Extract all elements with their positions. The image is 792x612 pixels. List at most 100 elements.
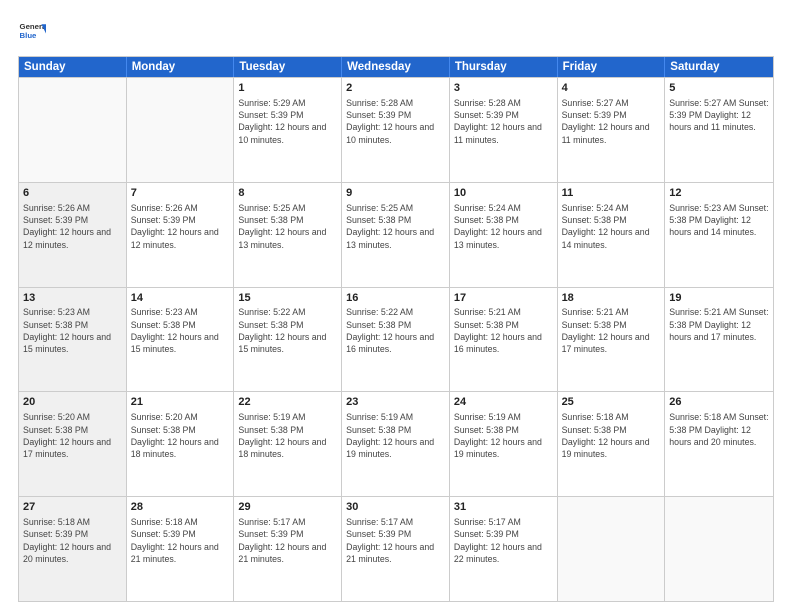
week-row-4: 20Sunrise: 5:20 AM Sunset: 5:38 PM Dayli…: [19, 391, 773, 496]
day-number: 29: [238, 500, 337, 515]
day-info: Sunrise: 5:23 AM Sunset: 5:38 PM Dayligh…: [23, 306, 122, 355]
day-info: Sunrise: 5:29 AM Sunset: 5:39 PM Dayligh…: [238, 97, 337, 146]
col-header-tuesday: Tuesday: [234, 57, 342, 77]
day-number: 14: [131, 291, 230, 306]
day-number: 16: [346, 291, 445, 306]
cal-day-14: 14Sunrise: 5:23 AM Sunset: 5:38 PM Dayli…: [127, 288, 235, 392]
day-info: Sunrise: 5:18 AM Sunset: 5:39 PM Dayligh…: [23, 516, 122, 565]
week-row-1: 1Sunrise: 5:29 AM Sunset: 5:39 PM Daylig…: [19, 77, 773, 182]
cal-day-30: 30Sunrise: 5:17 AM Sunset: 5:39 PM Dayli…: [342, 497, 450, 601]
day-info: Sunrise: 5:22 AM Sunset: 5:38 PM Dayligh…: [238, 306, 337, 355]
logo: General Blue: [18, 18, 50, 46]
day-info: Sunrise: 5:19 AM Sunset: 5:38 PM Dayligh…: [454, 411, 553, 460]
day-number: 23: [346, 395, 445, 410]
cal-day-24: 24Sunrise: 5:19 AM Sunset: 5:38 PM Dayli…: [450, 392, 558, 496]
cal-day-11: 11Sunrise: 5:24 AM Sunset: 5:38 PM Dayli…: [558, 183, 666, 287]
cal-day-6: 6Sunrise: 5:26 AM Sunset: 5:39 PM Daylig…: [19, 183, 127, 287]
svg-text:General: General: [20, 22, 46, 31]
cal-day-empty-45: [558, 497, 666, 601]
day-info: Sunrise: 5:26 AM Sunset: 5:39 PM Dayligh…: [131, 202, 230, 251]
cal-day-21: 21Sunrise: 5:20 AM Sunset: 5:38 PM Dayli…: [127, 392, 235, 496]
cal-day-3: 3Sunrise: 5:28 AM Sunset: 5:39 PM Daylig…: [450, 78, 558, 182]
day-info: Sunrise: 5:28 AM Sunset: 5:39 PM Dayligh…: [454, 97, 553, 146]
cal-day-4: 4Sunrise: 5:27 AM Sunset: 5:39 PM Daylig…: [558, 78, 666, 182]
cal-day-25: 25Sunrise: 5:18 AM Sunset: 5:38 PM Dayli…: [558, 392, 666, 496]
day-info: Sunrise: 5:25 AM Sunset: 5:38 PM Dayligh…: [238, 202, 337, 251]
col-header-sunday: Sunday: [19, 57, 127, 77]
day-number: 19: [669, 291, 769, 306]
day-number: 31: [454, 500, 553, 515]
cal-day-empty-00: [19, 78, 127, 182]
cal-day-17: 17Sunrise: 5:21 AM Sunset: 5:38 PM Dayli…: [450, 288, 558, 392]
day-number: 22: [238, 395, 337, 410]
day-info: Sunrise: 5:19 AM Sunset: 5:38 PM Dayligh…: [238, 411, 337, 460]
day-info: Sunrise: 5:19 AM Sunset: 5:38 PM Dayligh…: [346, 411, 445, 460]
day-number: 9: [346, 186, 445, 201]
day-number: 30: [346, 500, 445, 515]
day-number: 28: [131, 500, 230, 515]
day-info: Sunrise: 5:28 AM Sunset: 5:39 PM Dayligh…: [346, 97, 445, 146]
cal-day-12: 12Sunrise: 5:23 AM Sunset: 5:38 PM Dayli…: [665, 183, 773, 287]
day-info: Sunrise: 5:23 AM Sunset: 5:38 PM Dayligh…: [669, 202, 769, 239]
cal-day-empty-01: [127, 78, 235, 182]
day-number: 2: [346, 81, 445, 96]
cal-day-2: 2Sunrise: 5:28 AM Sunset: 5:39 PM Daylig…: [342, 78, 450, 182]
cal-day-23: 23Sunrise: 5:19 AM Sunset: 5:38 PM Dayli…: [342, 392, 450, 496]
cal-day-28: 28Sunrise: 5:18 AM Sunset: 5:39 PM Dayli…: [127, 497, 235, 601]
day-number: 8: [238, 186, 337, 201]
day-number: 3: [454, 81, 553, 96]
col-header-friday: Friday: [558, 57, 666, 77]
cal-day-31: 31Sunrise: 5:17 AM Sunset: 5:39 PM Dayli…: [450, 497, 558, 601]
day-info: Sunrise: 5:20 AM Sunset: 5:38 PM Dayligh…: [23, 411, 122, 460]
day-info: Sunrise: 5:21 AM Sunset: 5:38 PM Dayligh…: [454, 306, 553, 355]
day-info: Sunrise: 5:17 AM Sunset: 5:39 PM Dayligh…: [454, 516, 553, 565]
day-number: 26: [669, 395, 769, 410]
cal-day-18: 18Sunrise: 5:21 AM Sunset: 5:38 PM Dayli…: [558, 288, 666, 392]
day-info: Sunrise: 5:22 AM Sunset: 5:38 PM Dayligh…: [346, 306, 445, 355]
day-info: Sunrise: 5:21 AM Sunset: 5:38 PM Dayligh…: [562, 306, 661, 355]
col-header-saturday: Saturday: [665, 57, 773, 77]
day-info: Sunrise: 5:23 AM Sunset: 5:38 PM Dayligh…: [131, 306, 230, 355]
cal-day-13: 13Sunrise: 5:23 AM Sunset: 5:38 PM Dayli…: [19, 288, 127, 392]
day-number: 1: [238, 81, 337, 96]
day-info: Sunrise: 5:18 AM Sunset: 5:39 PM Dayligh…: [131, 516, 230, 565]
cal-day-empty-46: [665, 497, 773, 601]
day-number: 5: [669, 81, 769, 96]
day-number: 27: [23, 500, 122, 515]
cal-day-20: 20Sunrise: 5:20 AM Sunset: 5:38 PM Dayli…: [19, 392, 127, 496]
week-row-5: 27Sunrise: 5:18 AM Sunset: 5:39 PM Dayli…: [19, 496, 773, 601]
day-info: Sunrise: 5:18 AM Sunset: 5:38 PM Dayligh…: [669, 411, 769, 448]
cal-day-9: 9Sunrise: 5:25 AM Sunset: 5:38 PM Daylig…: [342, 183, 450, 287]
day-number: 6: [23, 186, 122, 201]
day-number: 12: [669, 186, 769, 201]
cal-day-27: 27Sunrise: 5:18 AM Sunset: 5:39 PM Dayli…: [19, 497, 127, 601]
col-header-thursday: Thursday: [450, 57, 558, 77]
day-info: Sunrise: 5:27 AM Sunset: 5:39 PM Dayligh…: [562, 97, 661, 146]
cal-day-10: 10Sunrise: 5:24 AM Sunset: 5:38 PM Dayli…: [450, 183, 558, 287]
week-row-3: 13Sunrise: 5:23 AM Sunset: 5:38 PM Dayli…: [19, 287, 773, 392]
cal-day-1: 1Sunrise: 5:29 AM Sunset: 5:39 PM Daylig…: [234, 78, 342, 182]
cal-day-22: 22Sunrise: 5:19 AM Sunset: 5:38 PM Dayli…: [234, 392, 342, 496]
day-number: 24: [454, 395, 553, 410]
day-info: Sunrise: 5:21 AM Sunset: 5:38 PM Dayligh…: [669, 306, 769, 343]
day-number: 15: [238, 291, 337, 306]
col-header-monday: Monday: [127, 57, 235, 77]
day-number: 4: [562, 81, 661, 96]
cal-day-15: 15Sunrise: 5:22 AM Sunset: 5:38 PM Dayli…: [234, 288, 342, 392]
calendar: SundayMondayTuesdayWednesdayThursdayFrid…: [18, 56, 774, 602]
day-info: Sunrise: 5:17 AM Sunset: 5:39 PM Dayligh…: [238, 516, 337, 565]
day-number: 11: [562, 186, 661, 201]
day-number: 25: [562, 395, 661, 410]
day-info: Sunrise: 5:24 AM Sunset: 5:38 PM Dayligh…: [454, 202, 553, 251]
cal-day-19: 19Sunrise: 5:21 AM Sunset: 5:38 PM Dayli…: [665, 288, 773, 392]
day-number: 17: [454, 291, 553, 306]
day-info: Sunrise: 5:20 AM Sunset: 5:38 PM Dayligh…: [131, 411, 230, 460]
day-info: Sunrise: 5:25 AM Sunset: 5:38 PM Dayligh…: [346, 202, 445, 251]
day-info: Sunrise: 5:24 AM Sunset: 5:38 PM Dayligh…: [562, 202, 661, 251]
cal-day-26: 26Sunrise: 5:18 AM Sunset: 5:38 PM Dayli…: [665, 392, 773, 496]
day-info: Sunrise: 5:17 AM Sunset: 5:39 PM Dayligh…: [346, 516, 445, 565]
cal-day-8: 8Sunrise: 5:25 AM Sunset: 5:38 PM Daylig…: [234, 183, 342, 287]
day-number: 10: [454, 186, 553, 201]
day-number: 20: [23, 395, 122, 410]
day-number: 13: [23, 291, 122, 306]
